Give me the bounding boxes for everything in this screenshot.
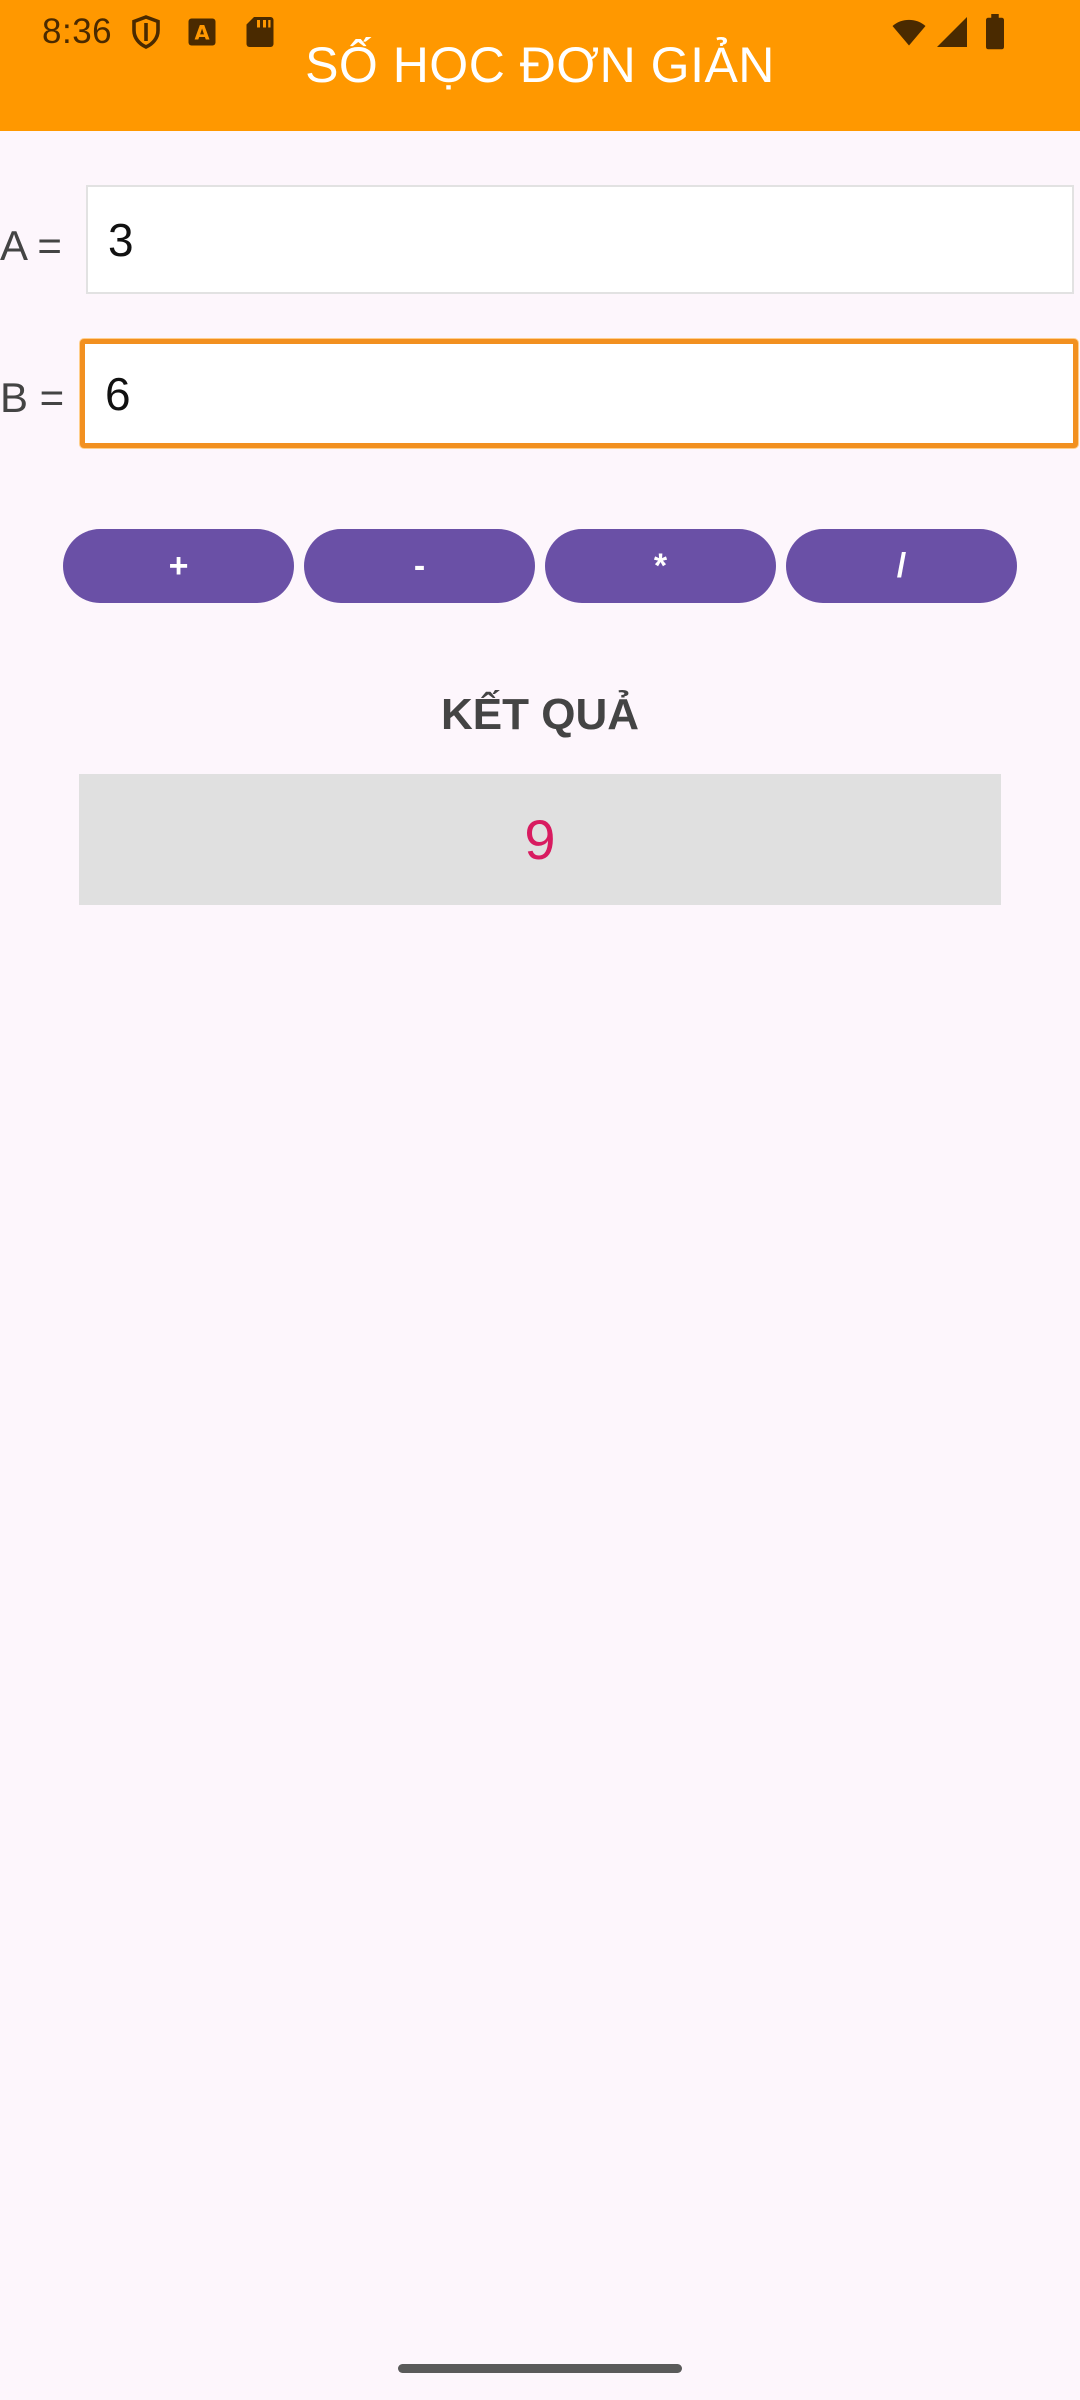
divide-button[interactable]: / xyxy=(786,529,1017,603)
add-button[interactable]: + xyxy=(63,529,294,603)
input-b-label: B = xyxy=(0,374,65,421)
result-box: 9 xyxy=(79,774,1001,905)
gesture-nav-handle[interactable] xyxy=(398,2364,682,2373)
app-title: SỐ HỌC ĐƠN GIẢN xyxy=(305,37,775,93)
input-b-field[interactable] xyxy=(80,339,1078,448)
multiply-button[interactable]: * xyxy=(545,529,776,603)
result-value: 9 xyxy=(524,808,556,871)
input-a-label: A = xyxy=(0,222,62,269)
app-bar: 8:36 A SỐ HỌC ĐƠN GIẢN xyxy=(0,0,1080,131)
input-a-field[interactable] xyxy=(86,185,1074,294)
subtract-button[interactable]: - xyxy=(304,529,535,603)
result-title: KẾT QUẢ xyxy=(441,690,639,739)
